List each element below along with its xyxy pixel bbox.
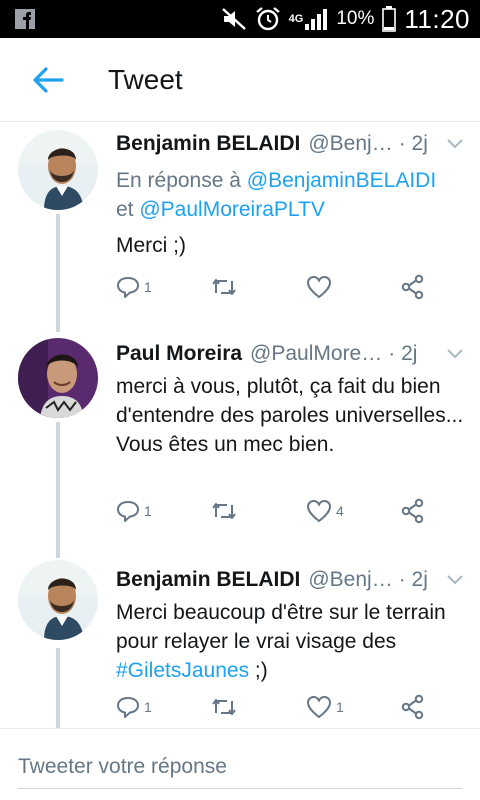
share-icon <box>401 274 424 300</box>
tweet-text: Merci ;) <box>116 234 186 257</box>
chevron-down-icon[interactable] <box>446 138 464 150</box>
tweet-text: merci à vous, plutôt, ça fait du bien d'… <box>116 375 464 456</box>
reply-count: 1 <box>144 699 152 715</box>
retweet-icon <box>212 699 236 715</box>
mute-icon <box>221 8 246 30</box>
like-button[interactable]: 4 <box>306 496 344 526</box>
network-type: 4G <box>288 13 304 25</box>
like-count: 4 <box>336 503 344 519</box>
retweet-button[interactable] <box>210 272 242 302</box>
retweet-button[interactable] <box>210 692 242 722</box>
chevron-down-icon[interactable] <box>446 348 464 360</box>
tweet-body: Merci beaucoup d'être sur le terrain pou… <box>116 598 466 685</box>
share-icon <box>401 694 424 720</box>
share-icon <box>401 498 424 524</box>
like-count: 1 <box>336 699 344 715</box>
tweet-actions: 1 <box>116 272 446 302</box>
alarm-icon <box>255 7 280 31</box>
reply-icon <box>117 277 139 298</box>
display-name[interactable]: Benjamin BELAIDI <box>116 568 300 592</box>
thread-line <box>56 214 60 332</box>
tweet[interactable]: Benjamin BELAIDI @Benj… · 2j Merci beauc… <box>0 558 480 728</box>
retweet-button[interactable] <box>210 496 242 526</box>
retweet-icon <box>212 503 236 519</box>
reply-icon <box>117 501 139 522</box>
user-handle[interactable]: @Benj… <box>308 132 392 156</box>
share-button[interactable] <box>400 692 426 722</box>
share-button[interactable] <box>400 496 426 526</box>
thread-line <box>56 422 60 558</box>
facebook-icon <box>15 9 35 29</box>
tweet-text: Merci beaucoup d'être sur le terrain pou… <box>116 601 446 653</box>
reply-button[interactable]: 1 <box>116 272 152 302</box>
like-button[interactable] <box>306 272 336 302</box>
tweet-body: En réponse à @BenjaminBELAIDI et @PaulMo… <box>116 166 466 260</box>
status-bar: 4G 10% 11:20 <box>0 0 480 38</box>
reply-button[interactable]: 1 <box>116 692 152 722</box>
status-time: 11:20 <box>404 3 470 34</box>
avatar[interactable] <box>18 338 98 418</box>
page-title: Tweet <box>108 64 183 95</box>
user-handle[interactable]: @PaulMore… <box>250 342 382 366</box>
avatar[interactable] <box>18 560 98 640</box>
reply-join: et <box>116 198 140 221</box>
chevron-down-icon[interactable] <box>446 574 464 586</box>
heart-icon <box>306 499 332 523</box>
reply-count: 1 <box>144 503 152 519</box>
battery-icon <box>382 6 397 32</box>
tweet-header: Benjamin BELAIDI @Benj… · 2j <box>116 564 466 596</box>
share-button[interactable] <box>400 272 426 302</box>
hashtag-link[interactable]: #GiletsJaunes <box>116 659 249 682</box>
tweet-header: Paul Moreira @PaulMore… · 2j <box>116 338 466 370</box>
user-handle[interactable]: @Benj… <box>308 568 392 592</box>
display-name[interactable]: Paul Moreira <box>116 342 242 366</box>
reply-compose-bar <box>0 728 480 800</box>
reply-prefix: En réponse à <box>116 169 247 192</box>
reply-input[interactable] <box>18 745 462 789</box>
reply-count: 1 <box>144 279 152 295</box>
battery-percent: 10% <box>336 8 375 29</box>
heart-icon <box>306 275 332 299</box>
conversation-thread[interactable]: Benjamin BELAIDI @Benj… · 2j En réponse … <box>0 122 480 728</box>
reply-button[interactable]: 1 <box>116 496 152 526</box>
tweet-text-end: ;) <box>249 659 268 682</box>
mention-link[interactable]: @BenjaminBELAIDI <box>247 169 436 192</box>
tweet-actions: 1 4 <box>116 496 446 526</box>
tweet-header: Benjamin BELAIDI @Benj… · 2j <box>116 128 466 160</box>
thread-line <box>56 648 60 728</box>
tweet[interactable]: Paul Moreira @PaulMore… · 2j merci à vou… <box>0 332 480 558</box>
signal-icon <box>305 9 328 30</box>
tweet-time: · 2j <box>398 132 428 155</box>
reply-context: En réponse à @BenjaminBELAIDI et @PaulMo… <box>116 166 466 224</box>
tweet-time: · 2j <box>398 568 428 591</box>
network-indicator: 4G <box>289 8 329 30</box>
tweet-time: · 2j <box>388 342 418 365</box>
reply-icon <box>117 697 139 718</box>
display-name[interactable]: Benjamin BELAIDI <box>116 132 300 156</box>
like-button[interactable]: 1 <box>306 692 344 722</box>
app-bar: Tweet <box>0 38 480 122</box>
tweet-actions: 1 1 <box>116 692 446 722</box>
mention-link[interactable]: @PaulMoreiraPLTV <box>139 198 325 221</box>
avatar[interactable] <box>18 130 98 210</box>
retweet-icon <box>212 279 236 295</box>
heart-icon <box>306 695 332 719</box>
tweet[interactable]: Benjamin BELAIDI @Benj… · 2j En réponse … <box>0 122 480 332</box>
arrow-left-icon[interactable] <box>28 60 68 100</box>
